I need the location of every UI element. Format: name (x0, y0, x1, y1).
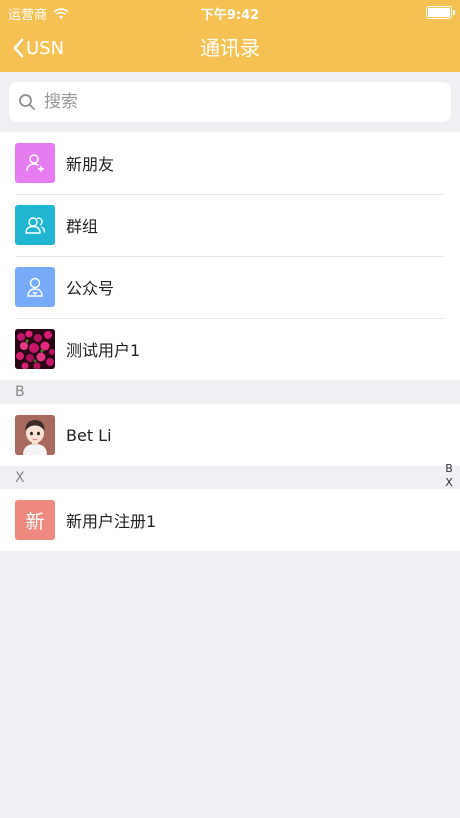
page-title: 通讯录 (200, 36, 260, 60)
contact-row-test-user[interactable]: 测试用户1 (0, 318, 460, 380)
nav-bar: USN 通讯录 (0, 24, 460, 72)
list-item-label: 新朋友 (66, 155, 115, 174)
section-index-bar[interactable]: B X (442, 462, 456, 490)
official-account-icon (15, 267, 55, 307)
contact-list-x: 新 新用户注册1 (0, 489, 460, 551)
text-avatar: 新 (15, 500, 55, 540)
avatar-text: 新 (25, 510, 45, 533)
search-icon (19, 94, 35, 110)
flower-photo-avatar (15, 329, 55, 369)
list-item-label: 群组 (66, 217, 99, 236)
section-header-b: B (0, 380, 460, 404)
section-header-x: X (0, 466, 460, 490)
list-item-new-friends[interactable]: 新朋友 (0, 132, 460, 194)
contact-name: 新用户注册1 (66, 512, 157, 531)
search-bar[interactable] (9, 82, 451, 122)
function-list: 新朋友 群组 公众号 测试用户1 (0, 132, 460, 380)
index-letter-x[interactable]: X (445, 476, 453, 490)
status-time: 下午9:42 (200, 8, 260, 23)
contact-name: Bet Li (66, 425, 112, 445)
cartoon-girl-avatar (15, 415, 55, 455)
status-bar: 运营商 下午9:42 (0, 0, 460, 24)
add-user-icon (15, 143, 55, 183)
list-item-groups[interactable]: 群组 (0, 194, 460, 256)
search-area (0, 72, 460, 132)
contact-row-bet-li[interactable]: Bet Li (0, 404, 460, 466)
list-item-label: 公众号 (66, 279, 115, 298)
contact-row-new-user[interactable]: 新 新用户注册1 (0, 489, 460, 551)
list-item-official-accounts[interactable]: 公众号 (0, 256, 460, 318)
index-letter-b[interactable]: B (445, 462, 453, 476)
battery-icon (426, 6, 455, 19)
contact-name: 测试用户1 (66, 341, 141, 360)
group-icon (15, 205, 55, 245)
search-input[interactable] (42, 91, 426, 113)
contact-list-b: Bet Li (0, 404, 460, 466)
